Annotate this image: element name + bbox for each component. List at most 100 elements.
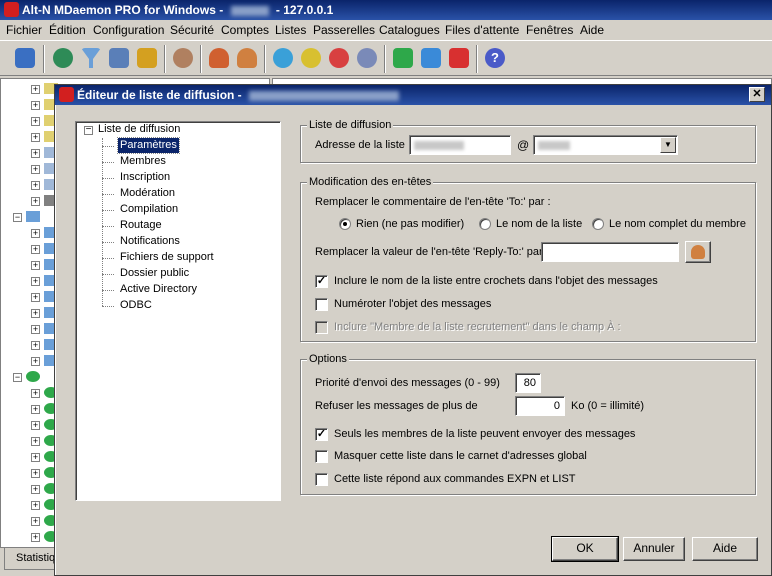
tree-node[interactable]: + bbox=[31, 307, 58, 319]
tree-node[interactable]: + bbox=[31, 387, 58, 399]
antispam-icon[interactable] bbox=[50, 45, 76, 71]
tree-node[interactable]: + bbox=[31, 131, 58, 143]
tree-node[interactable]: − bbox=[13, 371, 40, 383]
chk-expn-list[interactable] bbox=[315, 473, 328, 486]
tree-item-notifications[interactable]: Notifications bbox=[118, 234, 182, 249]
menu-catalogues[interactable]: Catalogues bbox=[379, 23, 440, 37]
help-button[interactable]: Aide bbox=[692, 537, 758, 561]
tree-node[interactable]: + bbox=[31, 323, 58, 335]
chk-expn-list-label[interactable]: Cette liste répond aux commandes EXPN et… bbox=[334, 473, 576, 485]
tree-node[interactable]: + bbox=[31, 275, 58, 287]
queue-cycle-icon-2[interactable] bbox=[298, 45, 324, 71]
menu-edition[interactable]: Édition bbox=[49, 23, 86, 37]
tree-node[interactable]: + bbox=[31, 467, 58, 479]
queue-cycle-icon-4[interactable] bbox=[354, 45, 380, 71]
search-user-icon[interactable] bbox=[170, 45, 196, 71]
tree-node[interactable]: + bbox=[31, 355, 58, 367]
domain-select[interactable]: ▼ bbox=[533, 135, 678, 155]
tree-item-parametres[interactable]: Paramètres bbox=[117, 137, 180, 154]
ok-button[interactable]: OK bbox=[551, 536, 619, 562]
tree-node[interactable]: + bbox=[31, 531, 58, 543]
tree-item-routage[interactable]: Routage bbox=[118, 218, 164, 233]
tree-node[interactable]: + bbox=[31, 115, 58, 127]
chk-hide-address-book[interactable] bbox=[315, 450, 328, 463]
account-icon[interactable] bbox=[206, 45, 232, 71]
tree-node[interactable]: + bbox=[31, 291, 58, 303]
tree-node[interactable]: + bbox=[31, 227, 58, 239]
radio-nom-liste-label[interactable]: Le nom de la liste bbox=[496, 218, 582, 230]
tree-node[interactable]: + bbox=[31, 163, 58, 175]
tree-item-membres[interactable]: Membres bbox=[118, 154, 168, 169]
tree-node[interactable]: − bbox=[13, 211, 40, 223]
tree-node[interactable]: + bbox=[31, 83, 58, 95]
tree-item-compilation[interactable]: Compilation bbox=[118, 202, 180, 217]
tree-item-inscription[interactable]: Inscription bbox=[118, 170, 172, 185]
tab-statistiques[interactable]: Statistiques bbox=[4, 548, 58, 570]
queue-cycle-icon-1[interactable] bbox=[270, 45, 296, 71]
filter-icon[interactable] bbox=[78, 45, 104, 71]
settings-tree[interactable]: − Liste de diffusion Paramètres Membres … bbox=[75, 121, 281, 501]
collapse-icon[interactable]: − bbox=[84, 125, 93, 135]
tree-item-fichiers-de-support[interactable]: Fichiers de support bbox=[118, 250, 216, 265]
radio-rien-label[interactable]: Rien (ne pas modifier) bbox=[356, 218, 464, 230]
menu-comptes[interactable]: Comptes bbox=[221, 23, 269, 37]
menu-fichier[interactable]: Fichier bbox=[6, 23, 42, 37]
security-scan-icon[interactable] bbox=[106, 45, 132, 71]
chk-numeroter-label[interactable]: Numéroter l'objet des messages bbox=[334, 298, 491, 310]
network-icon[interactable] bbox=[12, 45, 38, 71]
address-book-button[interactable] bbox=[685, 241, 711, 263]
chk-members-only-label[interactable]: Seuls les membres de la liste peuvent en… bbox=[334, 428, 635, 440]
tree-node[interactable]: + bbox=[31, 451, 58, 463]
menu-fenetres[interactable]: Fenêtres bbox=[526, 23, 573, 37]
cancel-button[interactable]: Annuler bbox=[623, 537, 685, 561]
menu-passerelles[interactable]: Passerelles bbox=[313, 23, 375, 37]
reply-to-input[interactable] bbox=[541, 242, 679, 262]
close-icon[interactable]: ✕ bbox=[749, 87, 765, 102]
list-name-input[interactable] bbox=[409, 135, 511, 155]
blue-button-icon[interactable] bbox=[418, 45, 444, 71]
radio-nom-liste[interactable] bbox=[479, 218, 491, 230]
tree-node[interactable]: + bbox=[31, 403, 58, 415]
queue-cycle-icon-3[interactable] bbox=[326, 45, 352, 71]
chk-brackets[interactable]: ✓ bbox=[315, 275, 328, 288]
chk-hide-address-book-label[interactable]: Masquer cette liste dans le carnet d'adr… bbox=[334, 450, 587, 462]
menu-listes[interactable]: Listes bbox=[275, 23, 306, 37]
chk-members-only[interactable]: ✓ bbox=[315, 428, 328, 441]
radio-nom-complet-label[interactable]: Le nom complet du membre bbox=[609, 218, 746, 230]
refuse-size-input[interactable]: 0 bbox=[515, 396, 565, 416]
accounts-icon[interactable] bbox=[234, 45, 260, 71]
refuse-label: Refuser les messages de plus de bbox=[315, 400, 478, 412]
help-icon[interactable]: ? bbox=[482, 45, 508, 71]
tree-node[interactable]: + bbox=[31, 483, 58, 495]
menu-aide[interactable]: Aide bbox=[580, 23, 604, 37]
tree-item-active-directory[interactable]: Active Directory bbox=[118, 282, 199, 297]
priority-input[interactable]: 80 bbox=[515, 373, 541, 393]
tree-node[interactable]: + bbox=[31, 243, 58, 255]
green-button-icon[interactable] bbox=[390, 45, 416, 71]
tree-node[interactable]: + bbox=[31, 419, 58, 431]
tree-node[interactable]: + bbox=[31, 147, 58, 159]
tree-node[interactable]: + bbox=[31, 179, 58, 191]
tree-node[interactable]: + bbox=[31, 515, 58, 527]
radio-rien[interactable] bbox=[339, 218, 351, 230]
tree-node[interactable]: + bbox=[31, 99, 58, 111]
menu-configuration[interactable]: Configuration bbox=[93, 23, 164, 37]
dialog-title-bar[interactable]: Éditeur de liste de diffusion - ✕ bbox=[55, 85, 771, 105]
radio-nom-complet[interactable] bbox=[592, 218, 604, 230]
chk-numeroter[interactable] bbox=[315, 298, 328, 311]
chk-brackets-label[interactable]: Inclure le nom de la liste entre crochet… bbox=[334, 275, 658, 287]
tree-root-liste-de-diffusion[interactable]: Liste de diffusion bbox=[98, 122, 180, 137]
lock-icon[interactable] bbox=[134, 45, 160, 71]
tree-node[interactable]: + bbox=[31, 435, 58, 447]
tree-node[interactable]: + bbox=[31, 499, 58, 511]
tree-node[interactable]: + bbox=[31, 259, 58, 271]
red-button-icon[interactable] bbox=[446, 45, 472, 71]
chevron-down-icon[interactable]: ▼ bbox=[660, 137, 676, 153]
menu-files-attente[interactable]: Files d'attente bbox=[445, 23, 519, 37]
tree-item-dossier-public[interactable]: Dossier public bbox=[118, 266, 191, 281]
menu-securite[interactable]: Sécurité bbox=[170, 23, 214, 37]
tree-item-moderation[interactable]: Modération bbox=[118, 186, 177, 201]
tree-node[interactable]: + bbox=[31, 339, 58, 351]
tree-item-odbc[interactable]: ODBC bbox=[118, 298, 154, 313]
tree-node[interactable]: + bbox=[31, 195, 58, 207]
